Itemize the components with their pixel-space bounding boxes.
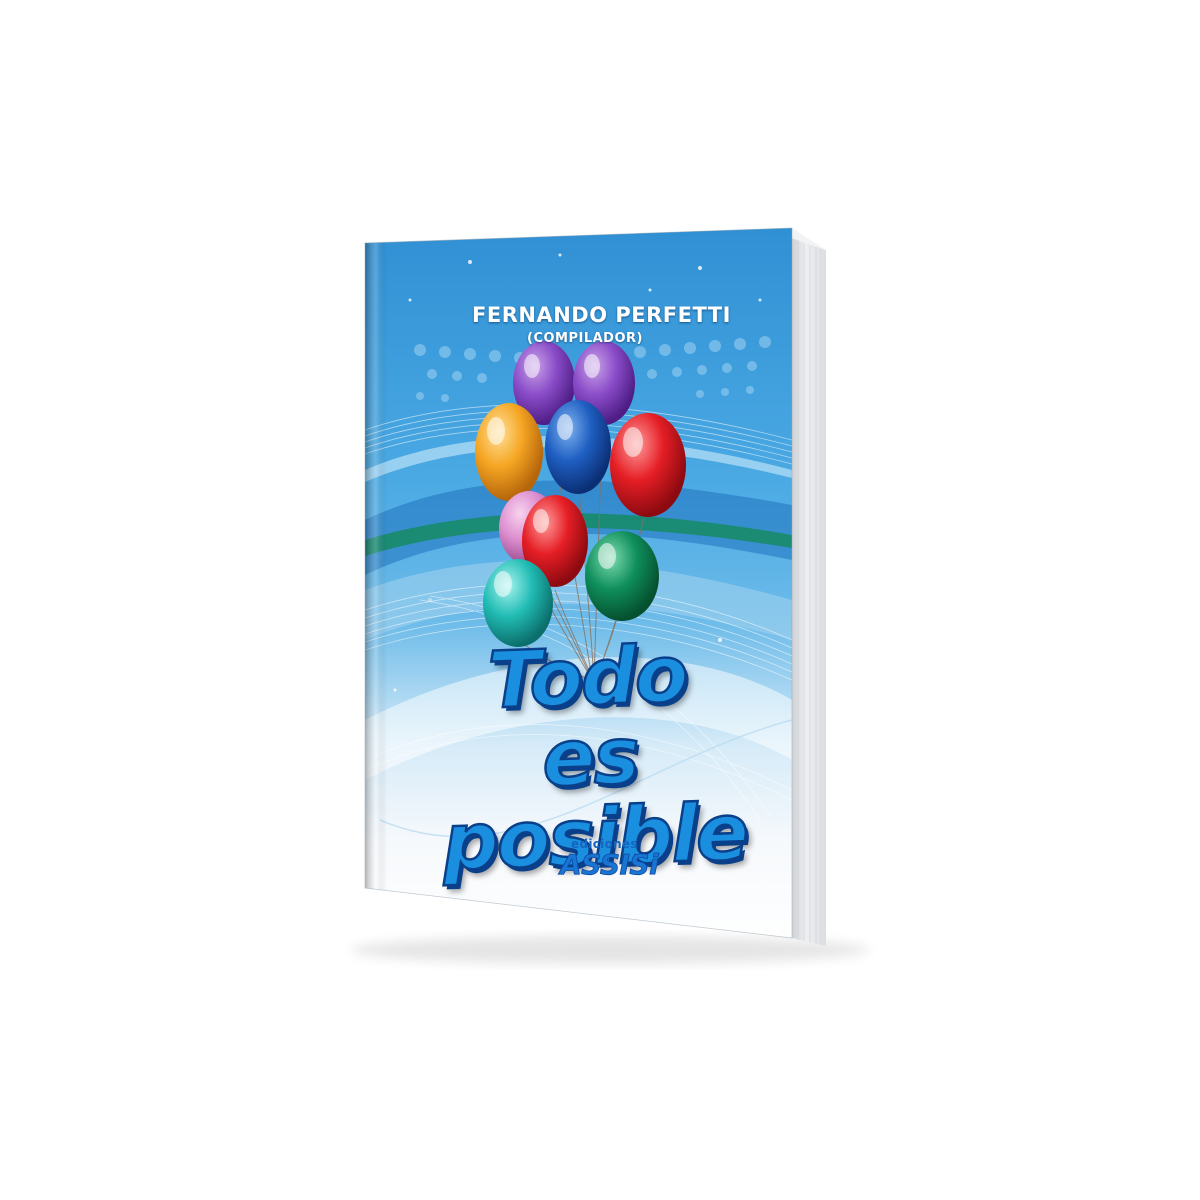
balloon-green <box>585 531 659 621</box>
balloon-blue <box>545 400 611 494</box>
book-spine <box>365 228 387 938</box>
balloon-orange <box>475 403 543 501</box>
book-shadow <box>350 936 870 964</box>
product-image: FERNANDO PERFETTI (COMPILADOR) Todo es p… <box>0 0 1200 1200</box>
balloon-red-right <box>610 413 686 517</box>
balloon-teal <box>483 559 553 647</box>
book-cover <box>365 228 792 938</box>
book-illustration <box>350 227 870 964</box>
